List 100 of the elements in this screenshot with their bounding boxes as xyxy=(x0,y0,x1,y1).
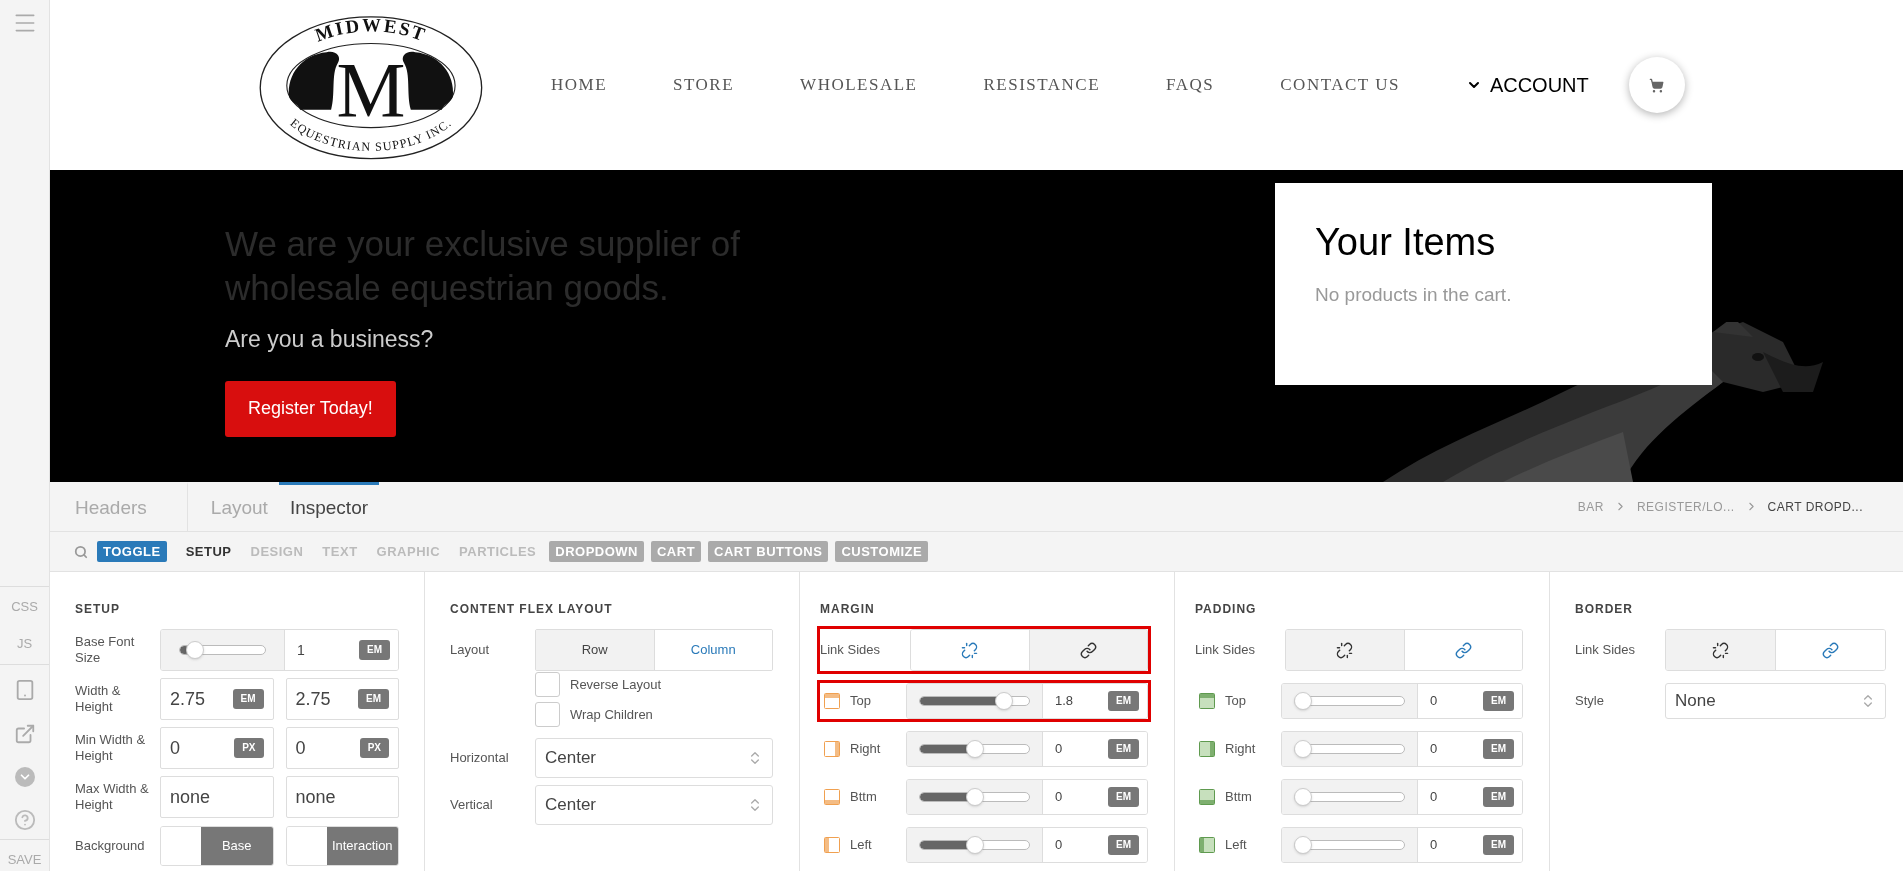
input-field[interactable]: 2.75 EM xyxy=(160,678,274,720)
section-heading: CONTENT FLEX LAYOUT xyxy=(450,601,614,618)
link-icon xyxy=(1454,641,1472,659)
input-field[interactable]: none xyxy=(160,776,274,818)
value-text[interactable]: 0 xyxy=(1430,787,1438,807)
value-text[interactable]: 1.8 xyxy=(1055,691,1074,711)
value-text[interactable]: 0 xyxy=(1430,835,1438,855)
field-label: Top xyxy=(850,692,872,711)
nav-link[interactable]: RESISTANCE xyxy=(983,72,1101,98)
unit-badge[interactable]: EM xyxy=(1108,787,1139,807)
unlink-button[interactable] xyxy=(1286,630,1405,670)
slider[interactable] xyxy=(179,641,266,659)
nav-link[interactable]: STORE xyxy=(673,72,735,98)
slider-thumb[interactable] xyxy=(1294,836,1312,854)
dropdown-icon[interactable] xyxy=(14,766,35,787)
unit-badge[interactable]: EM xyxy=(358,689,389,709)
field-label: Min Width & Height xyxy=(75,732,147,764)
layout-option[interactable]: Row xyxy=(536,630,655,670)
help-icon[interactable] xyxy=(13,808,36,831)
unlink-icon xyxy=(1336,641,1354,659)
value-text[interactable]: 0 xyxy=(1430,739,1438,759)
value-text[interactable]: 0 xyxy=(1430,691,1438,711)
slider-thumb[interactable] xyxy=(1294,740,1312,758)
link-sides-toggle[interactable] xyxy=(910,629,1148,671)
select-field[interactable]: Center xyxy=(535,738,773,778)
layout-toggle[interactable]: Row Column xyxy=(535,629,773,671)
slider[interactable] xyxy=(919,740,1030,758)
input-field[interactable]: 2.75 EM xyxy=(285,678,399,720)
slider[interactable] xyxy=(919,788,1030,806)
unlink-button[interactable] xyxy=(911,630,1030,670)
slider-thumb[interactable] xyxy=(965,740,984,758)
value-text[interactable]: 0 xyxy=(1055,739,1063,759)
slider[interactable] xyxy=(1294,836,1405,854)
unit-badge[interactable]: EM xyxy=(232,689,264,709)
nav-link[interactable]: HOME xyxy=(551,72,608,98)
breadcrumb-link[interactable]: REGISTER/LO... xyxy=(1636,497,1735,516)
select-field[interactable]: Center xyxy=(535,785,773,825)
external-link-icon[interactable] xyxy=(13,722,36,745)
checkbox-label: Wrap Children xyxy=(570,705,653,724)
field-label: Link Sides xyxy=(1575,641,1636,660)
unit-badge[interactable]: EM xyxy=(1108,835,1139,855)
field-label: Background xyxy=(75,838,146,854)
slider-thumb[interactable] xyxy=(965,836,984,854)
unit-badge[interactable]: EM xyxy=(1483,739,1514,759)
color-swatch[interactable]: Interaction xyxy=(285,826,399,866)
unlink-button[interactable] xyxy=(1666,630,1776,670)
slider[interactable] xyxy=(919,836,1030,854)
checkbox[interactable] xyxy=(535,672,560,697)
link-button[interactable] xyxy=(1029,630,1147,670)
value-text[interactable]: 0 xyxy=(1055,787,1063,807)
link-sides-toggle[interactable] xyxy=(1665,629,1886,671)
input-field[interactable]: 0 PX xyxy=(160,727,274,769)
unit-badge[interactable]: EM xyxy=(1108,739,1139,759)
unit-badge[interactable]: EM xyxy=(1483,835,1514,855)
slider-thumb[interactable] xyxy=(1294,692,1312,710)
slider[interactable] xyxy=(1294,740,1405,758)
slider-thumb[interactable] xyxy=(995,692,1014,710)
cart-button[interactable] xyxy=(1628,57,1685,113)
slider-thumb[interactable] xyxy=(1294,788,1312,806)
unit-badge[interactable]: PX xyxy=(234,738,264,758)
section-heading: PADDING xyxy=(1195,601,1258,618)
unit-badge[interactable]: EM xyxy=(1483,787,1514,807)
field-label: Right xyxy=(1225,740,1257,759)
slider[interactable] xyxy=(1294,788,1405,806)
nav-link[interactable]: CONTACT US xyxy=(1280,72,1400,98)
search-icon[interactable] xyxy=(74,544,88,559)
breadcrumb-link[interactable]: CART DROPD... xyxy=(1767,497,1863,516)
value-text[interactable]: 1 xyxy=(297,639,305,661)
element-tag[interactable]: TOGGLE xyxy=(97,541,167,562)
color-swatch[interactable]: Base xyxy=(160,826,274,866)
slider-thumb[interactable] xyxy=(965,788,984,806)
slider[interactable] xyxy=(919,692,1030,710)
account-menu[interactable]: ACCOUNT xyxy=(1465,70,1589,100)
section-tab[interactable]: SETUP xyxy=(179,541,238,562)
breadcrumb-link[interactable]: BAR xyxy=(1577,497,1604,516)
nav-link[interactable]: FAQS xyxy=(1166,72,1215,98)
select-field[interactable]: None xyxy=(1665,683,1886,719)
checkbox[interactable] xyxy=(535,702,560,727)
unit-badge[interactable]: PX xyxy=(359,738,389,758)
unit-badge[interactable]: EM xyxy=(1108,691,1139,711)
section-heading: MARGIN xyxy=(820,601,876,618)
input-field[interactable]: none xyxy=(285,776,399,818)
side-icon xyxy=(1199,693,1215,709)
link-sides-toggle[interactable] xyxy=(1285,629,1523,671)
unlink-icon xyxy=(961,641,979,659)
side-icon xyxy=(1199,789,1215,805)
nav-link[interactable]: WHOLESALE xyxy=(800,72,918,98)
slider[interactable] xyxy=(1294,692,1405,710)
field-label: Max Width & Height xyxy=(75,781,150,813)
unit-badge[interactable]: EM xyxy=(1483,691,1514,711)
register-button[interactable]: Register Today! xyxy=(225,380,396,437)
empty-cart-message: No products in the cart. xyxy=(1315,283,1513,307)
field-label: Left xyxy=(1225,836,1248,855)
slider-thumb[interactable] xyxy=(185,641,204,659)
side-icon xyxy=(824,837,840,853)
value-text[interactable]: 0 xyxy=(1055,835,1063,855)
side-icon xyxy=(1199,741,1215,757)
input-field[interactable]: 0 PX xyxy=(285,727,399,769)
unit-badge[interactable]: EM xyxy=(359,640,390,660)
side-icon xyxy=(824,693,840,709)
